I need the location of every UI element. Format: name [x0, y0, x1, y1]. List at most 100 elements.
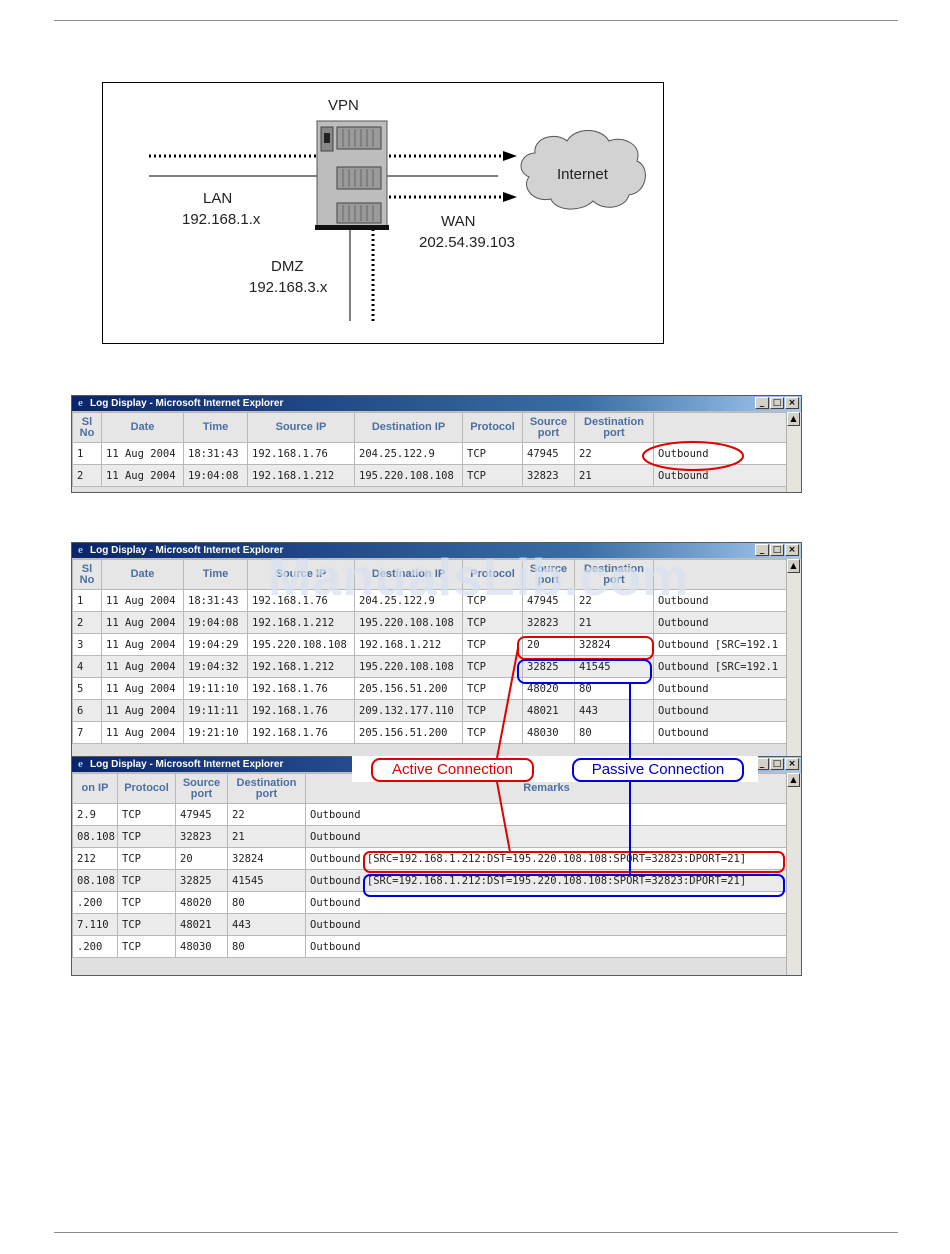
table-cell: 41545: [574, 655, 654, 678]
table-cell: 11 Aug 2004: [101, 611, 184, 634]
table-cell: 19:11:10: [183, 677, 248, 700]
table-cell: .200: [72, 891, 118, 914]
column-header[interactable]: Destination IP: [354, 412, 463, 443]
table-row: 6 11 Aug 2004 19:11:11 192.168.1.76 209.132.…: [72, 699, 787, 722]
table-cell: 2: [72, 464, 102, 487]
table-row: 7.110 TCP 48021 443 Outbound: [72, 913, 787, 936]
table-cell: 80: [227, 891, 306, 914]
table-cell: 11 Aug 2004: [101, 633, 184, 656]
watermark: ManualsLib.com: [268, 549, 690, 607]
table-cell: 192.168.1.76: [247, 721, 355, 744]
minimize-button[interactable]: _: [755, 397, 769, 409]
table-row: 1 11 Aug 2004 18:31:43 192.168.1.76 204.25.1…: [72, 442, 787, 465]
maximize-button[interactable]: □: [770, 758, 784, 770]
scroll-up-icon[interactable]: ▲: [787, 773, 800, 787]
table-cell: TCP: [462, 655, 523, 678]
table-cell: 443: [227, 913, 306, 936]
table-cell: 195.220.108.108: [354, 655, 463, 678]
table-row: 4 11 Aug 2004 19:04:32 192.168.1.212 195.220…: [72, 655, 787, 678]
table-row: 08.108 TCP 32825 41545 Outbound [SRC=192.168…: [72, 869, 787, 892]
column-header[interactable]: Source port: [522, 412, 575, 443]
minimize-button[interactable]: _: [755, 544, 769, 556]
vertical-scrollbar[interactable]: ▲: [786, 412, 801, 492]
title-bar[interactable]: e Log Display - Microsoft Internet Explo…: [72, 396, 801, 411]
table-cell: 48030: [522, 721, 575, 744]
table-cell: Outbound: [305, 891, 787, 914]
network-diagram: VPN Internet LAN 192.168.1.x WAN 202.54.…: [102, 82, 664, 344]
table-cell: 2.9: [72, 803, 118, 826]
column-header[interactable]: Source port: [175, 773, 228, 804]
table-cell: 22: [574, 442, 654, 465]
table-cell: Outbound: [653, 721, 787, 744]
wan-label: WAN: [441, 213, 476, 230]
close-button[interactable]: ×: [785, 397, 799, 409]
table-cell: Outbound: [305, 935, 787, 958]
scroll-up-icon[interactable]: ▲: [787, 412, 800, 426]
table-cell: 80: [574, 721, 654, 744]
log-window-3: e Log Display - Microsoft Internet Explo…: [71, 756, 802, 976]
vertical-scrollbar[interactable]: ▲: [786, 559, 801, 759]
column-header[interactable]: Time: [183, 559, 248, 590]
column-header[interactable]: Time: [183, 412, 248, 443]
table-cell: 192.168.1.212: [247, 464, 355, 487]
window-title: Log Display - Microsoft Internet Explore…: [90, 545, 284, 556]
vertical-scrollbar[interactable]: ▲: [786, 773, 801, 975]
table-cell: 32824: [227, 847, 306, 870]
table-cell: 32824: [574, 633, 654, 656]
column-header[interactable]: Sl No: [72, 412, 102, 443]
table-cell: 08.108: [72, 825, 118, 848]
table-cell: 2: [72, 611, 102, 634]
table-cell: 443: [574, 699, 654, 722]
table-cell: 192.168.1.212: [247, 655, 355, 678]
table-cell: 192.168.1.212: [354, 633, 463, 656]
table-cell: Outbound: [653, 677, 787, 700]
bottom-rule: [54, 1232, 898, 1233]
table-cell: 212: [72, 847, 118, 870]
table-cell: TCP: [117, 869, 176, 892]
wan-ip-label: 202.54.39.103: [419, 234, 515, 251]
table-cell: 48020: [522, 677, 575, 700]
table-cell: 19:04:29: [183, 633, 248, 656]
ie-icon: e: [78, 544, 83, 556]
maximize-button[interactable]: □: [770, 397, 784, 409]
column-header[interactable]: Protocol: [117, 773, 176, 804]
table-cell: 192.168.1.76: [247, 442, 355, 465]
column-header[interactable]: Date: [101, 559, 184, 590]
table-cell: TCP: [117, 825, 176, 848]
table-cell: TCP: [117, 803, 176, 826]
column-header[interactable]: Destination port: [227, 773, 306, 804]
column-header[interactable]: Destination port: [574, 412, 654, 443]
table-cell: 11 Aug 2004: [101, 464, 184, 487]
close-button[interactable]: ×: [785, 544, 799, 556]
table-cell: 6: [72, 699, 102, 722]
table-cell: 3: [72, 633, 102, 656]
scroll-up-icon[interactable]: ▲: [787, 559, 800, 573]
table-cell: TCP: [117, 913, 176, 936]
table-cell: .200: [72, 935, 118, 958]
table-cell: 11 Aug 2004: [101, 699, 184, 722]
table-cell: Outbound [SRC=192.1: [653, 655, 787, 678]
table-cell: 205.156.51.200: [354, 721, 463, 744]
table-cell: 21: [227, 825, 306, 848]
table-row: 08.108 TCP 32823 21 Outbound: [72, 825, 787, 848]
column-header[interactable]: Source IP: [247, 412, 355, 443]
close-button[interactable]: ×: [785, 758, 799, 770]
log-table-3: on IP Protocol Source port Destination port…: [72, 773, 787, 958]
table-cell: 19:11:11: [183, 699, 248, 722]
column-header[interactable]: on IP: [72, 773, 118, 804]
table-row: 3 11 Aug 2004 19:04:29 195.220.108.108 192.1…: [72, 633, 787, 656]
top-rule: [54, 20, 898, 21]
table-cell: 48030: [175, 935, 228, 958]
table-cell: TCP: [462, 699, 523, 722]
table-cell: 192.168.1.76: [247, 699, 355, 722]
table-cell: 19:04:32: [183, 655, 248, 678]
table-row: .200 TCP 48020 80 Outbound: [72, 891, 787, 914]
column-header[interactable]: [653, 412, 787, 443]
table-cell: Outbound: [653, 611, 787, 634]
maximize-button[interactable]: □: [770, 544, 784, 556]
column-header[interactable]: Sl No: [72, 559, 102, 590]
table-cell: 1: [72, 589, 102, 612]
column-header[interactable]: Protocol: [462, 412, 523, 443]
column-header[interactable]: Date: [101, 412, 184, 443]
table-cell: Outbound [SRC=192.168.1.212:DST=195.220.…: [305, 847, 787, 870]
